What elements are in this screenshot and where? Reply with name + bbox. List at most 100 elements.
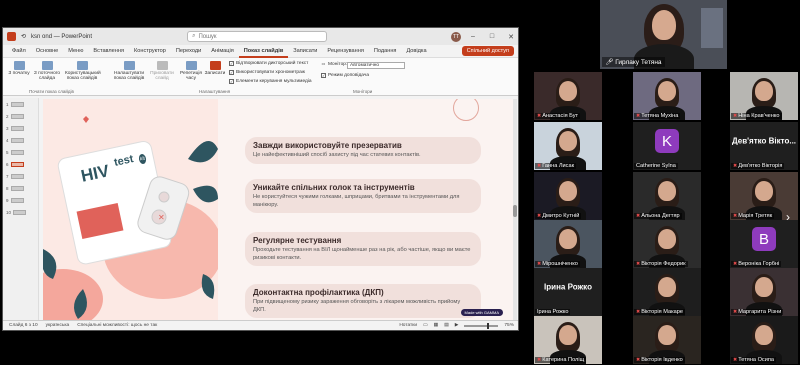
zoom-level[interactable]: 75%: [504, 323, 514, 328]
participant-name-label: ✖ Катерина Поліщ: [535, 357, 587, 363]
slide-thumb[interactable]: 10: [6, 210, 27, 215]
active-speaker-tile[interactable]: 🎤︎ Гирлаку Тетяна: [600, 0, 727, 69]
slide-thumb-active[interactable]: 6: [6, 162, 24, 167]
rehearse-button[interactable]: Репетиція часу: [179, 61, 203, 82]
tab-animations[interactable]: Анімація: [206, 45, 239, 58]
slide-thumb[interactable]: 3: [6, 126, 24, 131]
next-page-arrow[interactable]: ›: [786, 210, 790, 224]
custom-show-button[interactable]: Користувацький показ слайдів: [65, 61, 101, 82]
autosave-icon[interactable]: ⟲: [21, 33, 26, 40]
participant-face: [755, 180, 773, 201]
checkbox-checked-icon: ✓: [229, 79, 234, 84]
tab-file[interactable]: Файл: [7, 45, 31, 58]
participant-tile[interactable]: K Catherine Sylna: [633, 122, 701, 170]
from-current-button[interactable]: З поточного слайда: [33, 61, 61, 82]
participant-tile[interactable]: ✖ Тетяна Осипа: [730, 316, 798, 364]
participant-name: Вероніка Горбні: [738, 261, 780, 267]
participant-tile[interactable]: ✖ Вікторія Івденко: [633, 316, 701, 364]
monitor-icon: ▭: [321, 61, 326, 66]
slideshow-view-icon[interactable]: ▶: [455, 323, 459, 328]
slide-thumb[interactable]: 8: [6, 186, 24, 191]
participant-name-label: ✖ Вероніка Горбні: [731, 261, 782, 267]
tab-insert[interactable]: Вставлення: [88, 45, 129, 58]
participant-tile[interactable]: ✖ Мірошніченко: [534, 220, 602, 268]
participant-tile[interactable]: ✖ Ганна Лисак: [534, 122, 602, 170]
tab-view[interactable]: Подання: [369, 45, 402, 58]
made-with-badge[interactable]: Made with GAMMA: [460, 309, 503, 316]
narration-checkbox[interactable]: ✓ Відтворювати дикторський текст: [229, 61, 308, 66]
notes-button[interactable]: Нотатки: [399, 323, 417, 328]
participant-tile[interactable]: Дев'ятко Вікто... ✖ Дев'ятко Вікторія: [730, 122, 798, 170]
setup-show-button[interactable]: Налаштувати показ слайдів: [111, 61, 147, 82]
slide-thumb[interactable]: 4: [6, 138, 24, 143]
participant-tile[interactable]: ✖ Альона Дегтяр: [633, 172, 701, 220]
slide-preview: [10, 174, 24, 179]
monitor-select[interactable]: Автоматично: [347, 62, 405, 69]
from-start-button[interactable]: З початку: [5, 61, 33, 76]
tab-transitions[interactable]: Переходи: [171, 45, 206, 58]
setup-icon: [123, 61, 135, 70]
participant-tile[interactable]: ✖ Тетяна Мухіна: [633, 72, 701, 120]
group-setup-label: Налаштування: [199, 89, 231, 94]
language-status[interactable]: українська: [46, 323, 70, 328]
speaker-name-label: 🎤︎ Гирлаку Тетяна: [602, 57, 665, 67]
timings-label: Використовувати хронометраж: [236, 70, 305, 75]
participant-tile[interactable]: Ірина Рожко Ірина Рожко: [534, 268, 602, 316]
ribbon: З початку З поточного слайда Користуваць…: [3, 58, 518, 96]
slide-thumb[interactable]: 5: [6, 150, 24, 155]
scroll-thumb[interactable]: [513, 205, 517, 217]
tab-help[interactable]: Довідка: [401, 45, 431, 58]
minimize-icon[interactable]: –: [466, 33, 480, 40]
participant-name: Марія Третяк: [738, 213, 773, 219]
media-controls-checkbox[interactable]: ✓ Елементи керування мультимедіа: [229, 79, 312, 84]
tab-home[interactable]: Основне: [31, 45, 64, 58]
account-avatar[interactable]: TT: [451, 31, 461, 42]
tab-slideshow[interactable]: Показ слайдів: [238, 45, 289, 58]
maximize-icon[interactable]: □: [485, 33, 499, 40]
slide-number: 6: [6, 162, 9, 167]
file-title: ksn ond — PowerPoint: [31, 33, 93, 40]
accessibility-status[interactable]: Спеціальні можливості: щось не так: [77, 323, 157, 328]
normal-view-icon[interactable]: ▭: [423, 323, 428, 328]
slide-scrollbar[interactable]: [513, 99, 517, 320]
participant-tile[interactable]: B ✖ Вероніка Горбні: [730, 220, 798, 268]
hide-slide-button[interactable]: Приховати слайд: [147, 61, 177, 82]
reading-view-icon[interactable]: ▤: [444, 323, 449, 328]
slide-thumb[interactable]: 2: [6, 114, 24, 119]
participant-tile[interactable]: ✖ Анастасія Бут: [534, 72, 602, 120]
presenter-view-checkbox[interactable]: ✓ Режим доповідача: [321, 73, 369, 78]
timings-checkbox[interactable]: ✓ Використовувати хронометраж: [229, 70, 305, 75]
participant-name: Дмитро Кутній: [542, 213, 580, 219]
search-box[interactable]: ⌕ Пошук: [187, 31, 328, 42]
slide-thumb[interactable]: 9: [6, 198, 24, 203]
participant-tile[interactable]: ✖ Маргарита Різни: [730, 268, 798, 316]
sorter-view-icon[interactable]: ▦: [434, 323, 439, 328]
mic-off-icon: ✖: [636, 309, 641, 315]
participant-tile[interactable]: ✖ Вікторія Федорик: [633, 220, 701, 268]
mic-off-icon: ✖: [733, 163, 738, 169]
record-button[interactable]: Записати: [203, 61, 227, 76]
tab-design[interactable]: Конструктор: [129, 45, 171, 58]
participant-name-label: ✖ Альона Дегтяр: [634, 213, 682, 219]
slide-canvas[interactable]: ✕ HIV test kit Завжди використовуйте пре…: [43, 99, 517, 320]
participant-tile[interactable]: ✖ Катерина Поліщ: [534, 316, 602, 364]
participant-tile[interactable]: ✖ Ніна Крав'ченко: [730, 72, 798, 120]
setup-label: Налаштувати показ слайдів: [113, 71, 145, 82]
participant-display-name: Ірина Рожко: [544, 282, 592, 292]
tab-record[interactable]: Записати: [288, 45, 322, 58]
slide-thumb[interactable]: 1: [6, 102, 24, 107]
checkbox-checked-icon: ✓: [321, 73, 326, 78]
zoom-slider[interactable]: [464, 322, 499, 329]
slide-thumb[interactable]: 7: [6, 174, 24, 179]
participant-tile[interactable]: ✖ Дмитро Кутній: [534, 172, 602, 220]
participant-avatar: K: [655, 129, 679, 154]
participant-name: Ніна Крав'ченко: [738, 113, 780, 119]
participant-name: Вікторія Федорик: [641, 261, 686, 267]
close-icon[interactable]: ✕: [504, 33, 518, 41]
tab-review[interactable]: Рецензування: [322, 45, 368, 58]
participant-tile[interactable]: ✖ Вікторія Макаре: [633, 268, 701, 316]
share-button[interactable]: Спільний доступ: [461, 46, 514, 56]
slide-number: 2: [6, 114, 9, 119]
tab-menu[interactable]: Меню: [63, 45, 88, 58]
participant-face: [559, 80, 577, 101]
